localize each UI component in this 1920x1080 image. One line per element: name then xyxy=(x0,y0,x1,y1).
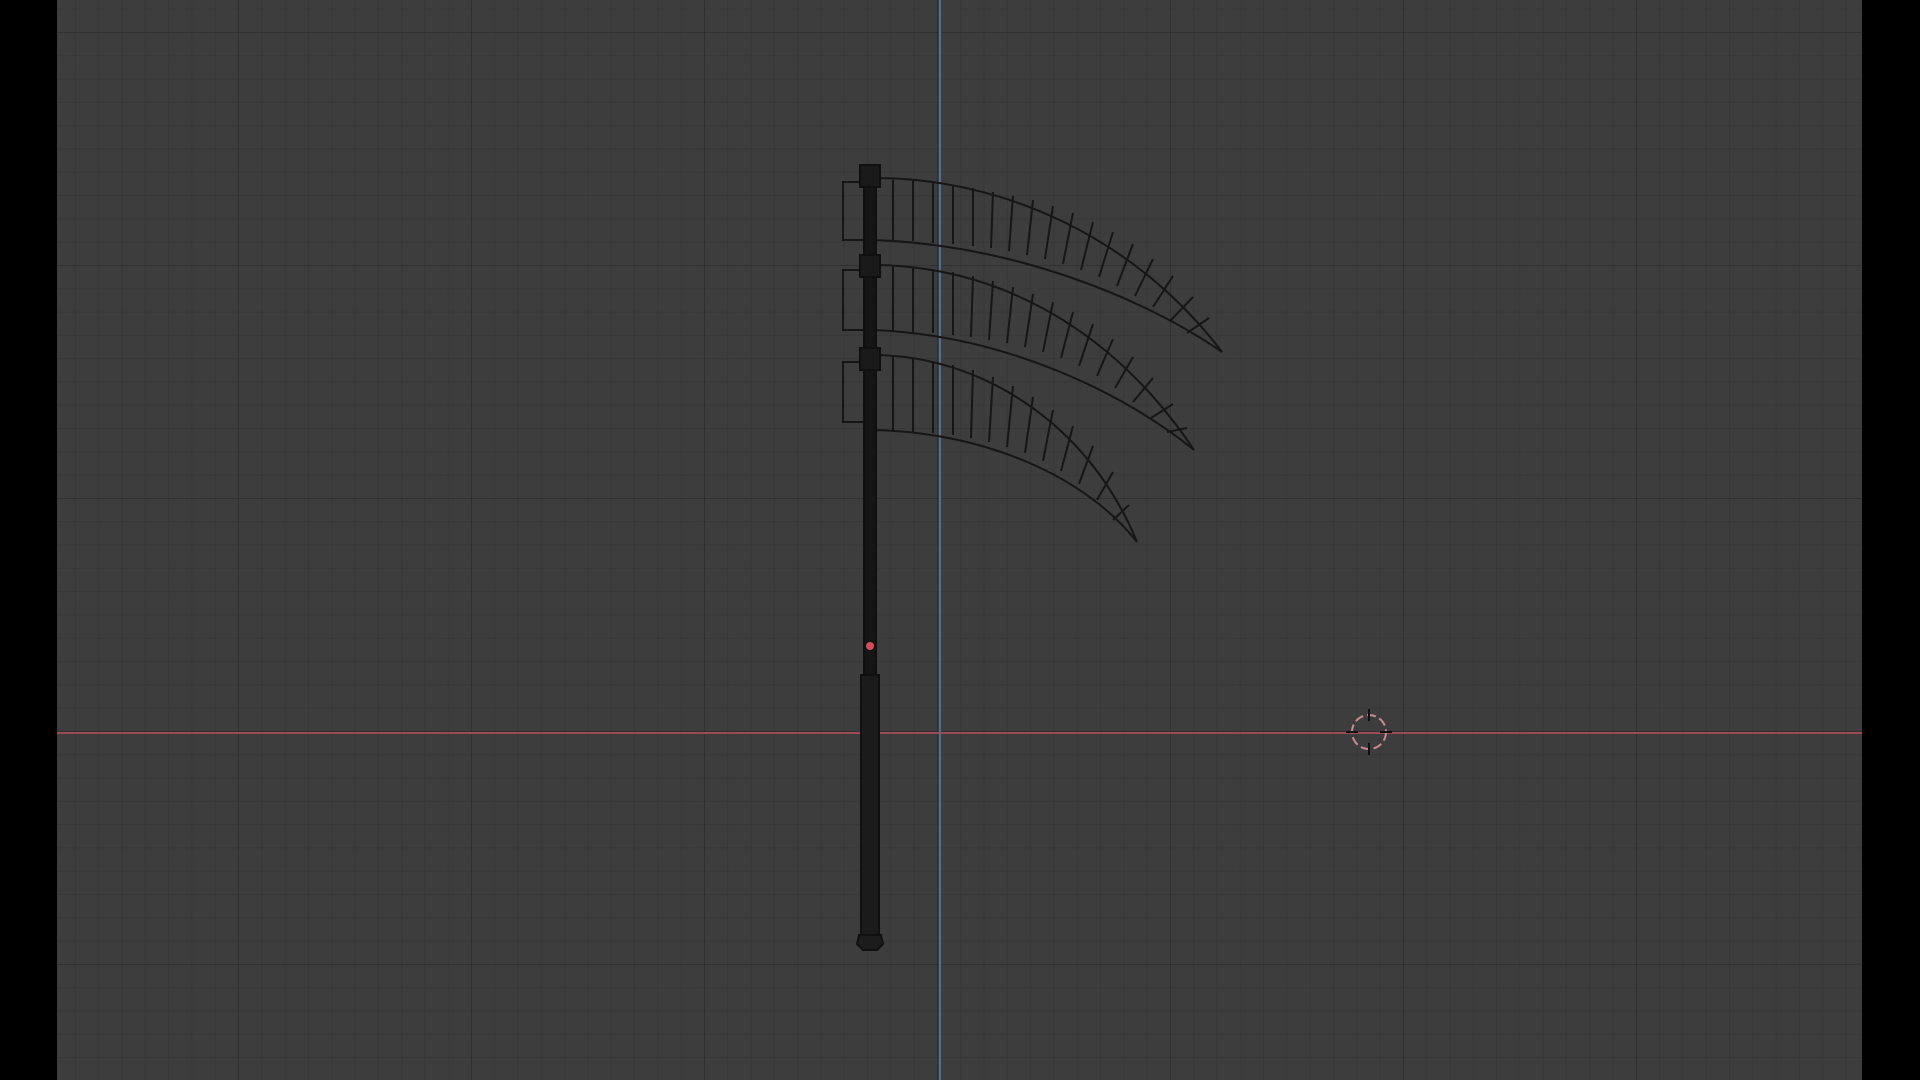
object-origin xyxy=(866,642,874,650)
scythe-handle[interactable] xyxy=(855,164,885,951)
3d-cursor-icon[interactable] xyxy=(1346,709,1392,755)
scene-svg xyxy=(842,164,1392,951)
blender-window xyxy=(0,0,1920,1080)
scythe-blades[interactable] xyxy=(842,176,1223,543)
blade-middle xyxy=(872,263,1195,451)
3d-viewport[interactable] xyxy=(57,0,1862,1080)
